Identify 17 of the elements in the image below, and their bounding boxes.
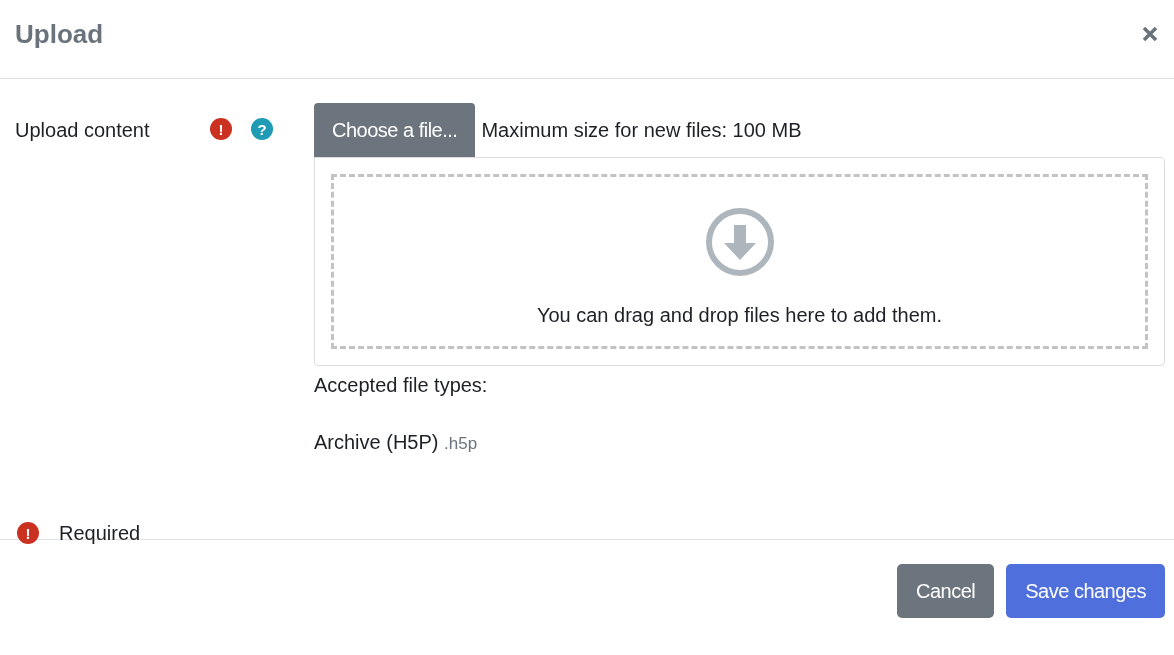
required-icon: ! <box>210 118 232 140</box>
file-extension: .h5p <box>444 434 478 453</box>
save-button[interactable]: Save changes <box>1006 564 1165 618</box>
field-label: Upload content <box>15 119 151 142</box>
dialog-title: Upload <box>15 18 104 50</box>
download-icon <box>704 207 775 277</box>
accepted-types-heading: Accepted file types: <box>314 374 489 397</box>
required-legend: Required <box>59 522 141 545</box>
close-icon[interactable] <box>1142 26 1158 42</box>
cancel-button[interactable]: Cancel <box>896 564 995 618</box>
file-type: Archive (H5P) <box>314 431 440 453</box>
drop-hint: You can drag and drop files here to add them. <box>536 304 943 327</box>
choose-file-button[interactable]: Choose a file... <box>314 103 476 157</box>
drop-zone[interactable]: You can drag and drop files here to add them. <box>314 157 1165 366</box>
help-icon[interactable]: ? <box>251 118 273 140</box>
max-size-text: Maximum size for new files: 100 MB <box>481 118 802 142</box>
required-icon: ! <box>17 522 39 544</box>
